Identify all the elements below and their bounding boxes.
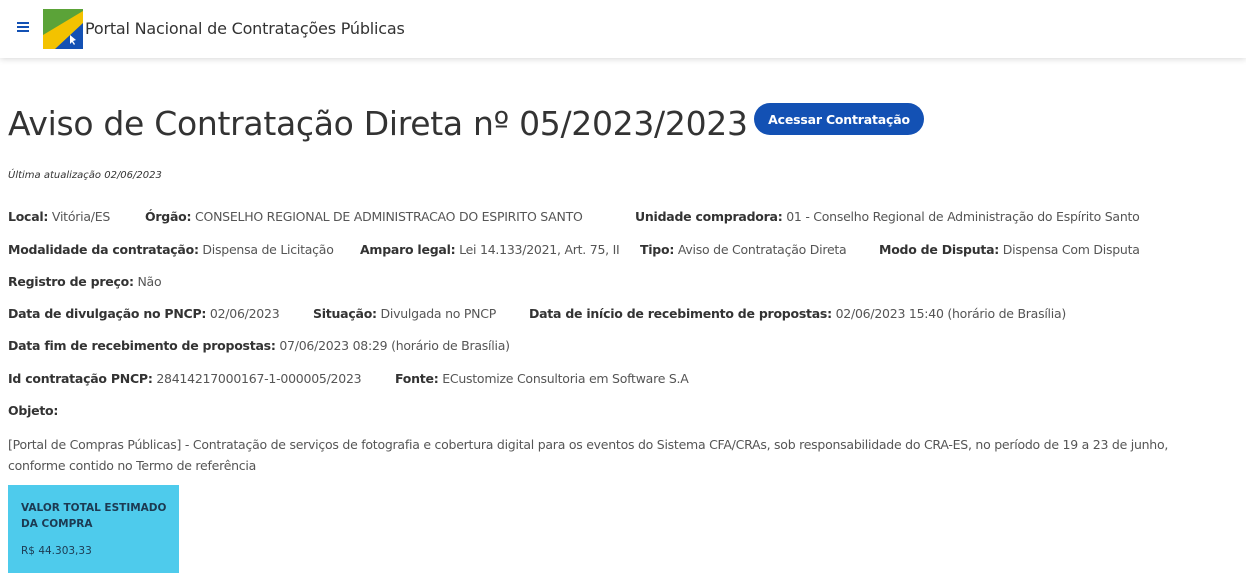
- field-label: Modalidade da contratação:: [8, 242, 199, 257]
- field-objeto: Objeto:: [8, 403, 58, 418]
- field-data-divulgacao: Data de divulgação no PNCP: 02/06/2023: [8, 306, 280, 321]
- field-value: ECustomize Consultoria em Software S.A: [442, 371, 689, 386]
- field-label: Amparo legal:: [360, 242, 456, 257]
- field-value: 01 - Conselho Regional de Administração …: [786, 209, 1140, 224]
- field-label: Local:: [8, 209, 49, 224]
- valor-total-label: VALOR TOTAL ESTIMADO DA COMPRA: [21, 502, 167, 530]
- top-header: Portal Nacional de Contratações Públicas: [0, 0, 1246, 58]
- last-update-text: Última atualização 02/06/2023: [8, 170, 162, 181]
- field-label: Registro de preço:: [8, 274, 134, 289]
- field-value: 02/06/2023: [209, 306, 280, 321]
- field-label: Unidade compradora:: [635, 209, 783, 224]
- field-value: 07/06/2023 08:29 (horário de Brasília): [279, 338, 510, 353]
- field-registro-preco: Registro de preço: Não: [8, 274, 162, 289]
- portal-title[interactable]: Portal Nacional de Contratações Públicas: [85, 19, 405, 38]
- field-data-inicio: Data de início de recebimento de propost…: [529, 306, 1066, 321]
- field-value: Dispensa de Licitação: [202, 242, 334, 257]
- field-modo-disputa: Modo de Disputa: Dispensa Com Disputa: [879, 242, 1140, 257]
- field-id-contratacao: Id contratação PNCP: 28414217000167-1-00…: [8, 371, 362, 386]
- field-label: Órgão:: [145, 209, 192, 224]
- field-fonte: Fonte: ECustomize Consultoria em Softwar…: [395, 371, 689, 386]
- field-situacao: Situação: Divulgada no PNCP: [313, 306, 496, 321]
- field-label: Data fim de recebimento de propostas:: [8, 338, 276, 353]
- field-label: Objeto:: [8, 403, 59, 418]
- field-value: Aviso de Contratação Direta: [677, 242, 847, 257]
- page-title: Aviso de Contratação Direta nº 05/2023/2…: [8, 104, 748, 143]
- field-value: Dispensa Com Disputa: [1002, 242, 1140, 257]
- field-label: Data de divulgação no PNCP:: [8, 306, 207, 321]
- field-label: Situação:: [313, 306, 377, 321]
- field-data-fim: Data fim de recebimento de propostas: 07…: [8, 338, 510, 353]
- field-value: Vitória/ES: [51, 209, 111, 224]
- field-modalidade: Modalidade da contratação: Dispensa de L…: [8, 242, 334, 257]
- pncp-logo[interactable]: [43, 9, 83, 49]
- valor-total-card: VALOR TOTAL ESTIMADO DA COMPRA R$ 44.303…: [8, 485, 179, 573]
- field-local: Local: Vitória/ES: [8, 209, 110, 224]
- field-label: Tipo:: [640, 242, 675, 257]
- objeto-description: [Portal de Compras Públicas] - Contrataç…: [8, 437, 1169, 473]
- field-tipo: Tipo: Aviso de Contratação Direta: [640, 242, 847, 257]
- field-amparo: Amparo legal: Lei 14.133/2021, Art. 75, …: [360, 242, 620, 257]
- field-label: Modo de Disputa:: [879, 242, 1000, 257]
- field-value: Lei 14.133/2021, Art. 75, II: [459, 242, 620, 257]
- field-value: Divulgada no PNCP: [380, 306, 497, 321]
- field-label: Fonte:: [395, 371, 439, 386]
- field-unidade: Unidade compradora: 01 - Conselho Region…: [635, 209, 1140, 224]
- valor-total-amount: R$ 44.303,33: [21, 545, 92, 557]
- field-value: 28414217000167-1-000005/2023: [156, 371, 362, 386]
- field-value: Não: [137, 274, 162, 289]
- field-label: Id contratação PNCP:: [8, 371, 153, 386]
- hamburger-menu-icon[interactable]: [17, 20, 31, 34]
- acessar-contratacao-button[interactable]: Acessar Contratação: [754, 103, 924, 135]
- field-orgao: Órgão: CONSELHO REGIONAL DE ADMINISTRACA…: [145, 209, 583, 224]
- field-value: CONSELHO REGIONAL DE ADMINISTRACAO DO ES…: [195, 209, 583, 224]
- field-value: 02/06/2023 15:40 (horário de Brasília): [835, 306, 1067, 321]
- field-label: Data de início de recebimento de propost…: [529, 306, 832, 321]
